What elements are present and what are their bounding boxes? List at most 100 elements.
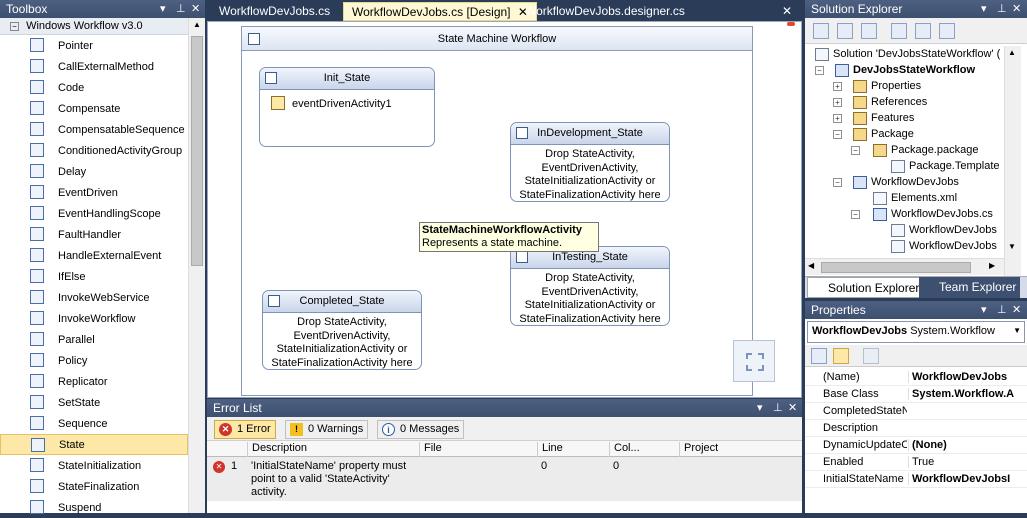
- tree-properties[interactable]: Properties: [853, 78, 921, 94]
- show-all-files-icon[interactable]: [837, 23, 853, 39]
- hscroll-thumb[interactable]: [821, 262, 971, 273]
- collapse-icon[interactable]: −: [851, 146, 860, 155]
- state-checkbox[interactable]: [265, 72, 277, 84]
- property-value[interactable]: (None): [908, 439, 1027, 451]
- column-project[interactable]: Project: [679, 442, 802, 457]
- dropdown-icon[interactable]: ▾: [160, 2, 166, 15]
- property-row[interactable]: InitialStateName WorkflowDevJobsI: [805, 471, 1027, 488]
- collapse-icon[interactable]: −: [815, 66, 824, 75]
- close-document-icon[interactable]: ✕: [782, 2, 792, 21]
- tab-workflowdevjobs-cs[interactable]: WorkflowDevJobs.cs: [211, 2, 338, 21]
- toolbox-item-delay[interactable]: Delay: [0, 161, 188, 182]
- state-init[interactable]: Init_State eventDrivenActivity1: [259, 67, 435, 147]
- toolbox-item-compensatablesequence[interactable]: CompensatableSequence: [0, 119, 188, 140]
- property-row[interactable]: Enabled True: [805, 454, 1027, 471]
- toolbox-item-ifelse[interactable]: IfElse: [0, 266, 188, 287]
- toolbox-scrollbar[interactable]: ▲: [188, 18, 205, 513]
- scroll-down-arrow-icon[interactable]: ▼: [1008, 242, 1016, 251]
- state-machine-workflow[interactable]: State Machine Workflow Init_State eventD…: [241, 26, 753, 396]
- tree-workflowdevjobs-child1[interactable]: WorkflowDevJobs: [891, 222, 997, 238]
- toolbox-item-code[interactable]: Code: [0, 77, 188, 98]
- state-checkbox[interactable]: [516, 127, 528, 139]
- tree-elements-xml[interactable]: Elements.xml: [873, 190, 957, 206]
- expand-icon[interactable]: +: [833, 98, 842, 107]
- column-line[interactable]: Line: [537, 442, 609, 457]
- view-designer-icon[interactable]: [915, 23, 931, 39]
- property-row[interactable]: (Name) WorkflowDevJobs: [805, 369, 1027, 386]
- toolbox-item-replicator[interactable]: Replicator: [0, 371, 188, 392]
- error-indicator-icon[interactable]: [787, 22, 795, 26]
- toolbox-item-compensate[interactable]: Compensate: [0, 98, 188, 119]
- tree-project[interactable]: DevJobsStateWorkflow: [835, 62, 975, 78]
- property-value[interactable]: True: [908, 456, 1027, 468]
- toolbox-item-stateinitialization[interactable]: StateInitialization: [0, 455, 188, 476]
- pin-icon[interactable]: ⊥: [997, 303, 1007, 316]
- toolbox-item-policy[interactable]: Policy: [0, 350, 188, 371]
- tree-workflowdevjobs-cs[interactable]: WorkflowDevJobs.cs: [873, 206, 993, 222]
- pin-icon[interactable]: ⊥: [176, 2, 186, 15]
- alphabetical-icon[interactable]: [833, 348, 849, 364]
- collapse-icon[interactable]: −: [851, 210, 860, 219]
- toolbox-group-header[interactable]: − Windows Workflow v3.0: [0, 18, 205, 35]
- collapse-icon[interactable]: −: [833, 178, 842, 187]
- event-driven-activity[interactable]: eventDrivenActivity1: [292, 98, 392, 110]
- property-value[interactable]: System.Workflow.A: [908, 388, 1027, 400]
- tab-workflowdevjobs-design[interactable]: WorkflowDevJobs.cs [Design] ✕: [343, 2, 537, 21]
- expand-icon[interactable]: +: [833, 82, 842, 91]
- chevron-down-icon[interactable]: ▼: [1013, 326, 1021, 335]
- errors-filter-button[interactable]: ✕ 1 Error: [214, 420, 276, 439]
- toolbox-item-invokewebservice[interactable]: InvokeWebService: [0, 287, 188, 308]
- column-col[interactable]: Col...: [609, 442, 679, 457]
- toolbox-item-faulthandler[interactable]: FaultHandler: [0, 224, 188, 245]
- dropdown-icon[interactable]: ▾: [981, 303, 987, 316]
- close-icon[interactable]: ✕: [1012, 303, 1021, 316]
- scroll-right-arrow-icon[interactable]: ▶: [989, 261, 995, 270]
- toolbox-item-eventdriven[interactable]: EventDriven: [0, 182, 188, 203]
- collapse-icon[interactable]: −: [833, 130, 842, 139]
- pan-navigator-icon[interactable]: [733, 340, 775, 382]
- column-description[interactable]: Description: [247, 442, 419, 457]
- solution-explorer-hscrollbar[interactable]: ◀ ▶: [805, 258, 1004, 275]
- property-row[interactable]: CompletedStateN: [805, 403, 1027, 420]
- pin-icon[interactable]: ⊥: [773, 401, 783, 414]
- column-file[interactable]: File: [419, 442, 537, 457]
- workflow-designer[interactable]: State Machine Workflow Init_State eventD…: [207, 21, 802, 398]
- expand-icon[interactable]: +: [833, 114, 842, 123]
- class-diagram-icon[interactable]: [939, 23, 955, 39]
- tab-team-explorer[interactable]: Team Explorer: [919, 277, 1021, 298]
- toolbox-scroll-thumb[interactable]: [191, 36, 203, 266]
- refresh-icon[interactable]: [861, 23, 877, 39]
- tree-workflowdevjobs-folder[interactable]: WorkflowDevJobs: [853, 174, 959, 190]
- tree-package[interactable]: Package: [853, 126, 914, 142]
- tab-solution-explorer[interactable]: Solution Explorer: [807, 277, 925, 298]
- toolbox-item-parallel[interactable]: Parallel: [0, 329, 188, 350]
- toolbox-item-statefinalization[interactable]: StateFinalization: [0, 476, 188, 497]
- toolbox-item-eventhandlingscope[interactable]: EventHandlingScope: [0, 203, 188, 224]
- state-completed[interactable]: Completed_State Drop StateActivity, Even…: [262, 290, 422, 370]
- scroll-up-arrow-icon[interactable]: ▲: [191, 20, 203, 32]
- dropdown-icon[interactable]: ▾: [981, 2, 987, 15]
- toolbox-item-suspend[interactable]: Suspend: [0, 497, 188, 518]
- tab-workflowdevjobs-designer-cs[interactable]: WorkflowDevJobs.designer.cs: [517, 2, 693, 21]
- toolbox-item-pointer[interactable]: Pointer: [0, 35, 188, 56]
- solution-explorer-vscrollbar[interactable]: ▲ ▼: [1004, 46, 1021, 276]
- tree-package-template[interactable]: Package.Template: [891, 158, 1000, 174]
- toolbox-item-state[interactable]: State: [0, 434, 188, 455]
- view-code-icon[interactable]: [891, 23, 907, 39]
- state-intesting[interactable]: InTesting_State Drop StateActivity, Even…: [510, 246, 670, 326]
- state-checkbox[interactable]: [516, 251, 528, 263]
- dropdown-icon[interactable]: ▾: [757, 401, 763, 414]
- close-icon[interactable]: ✕: [1012, 2, 1021, 15]
- messages-filter-button[interactable]: i0 Messages: [377, 420, 465, 439]
- toolbox-item-handleexternalevent[interactable]: HandleExternalEvent: [0, 245, 188, 266]
- tree-package-package[interactable]: Package.package: [873, 142, 978, 158]
- workflow-checkbox[interactable]: [248, 33, 260, 45]
- toolbox-item-sequence[interactable]: Sequence: [0, 413, 188, 434]
- state-checkbox[interactable]: [268, 295, 280, 307]
- toolbox-item-setstate[interactable]: SetState: [0, 392, 188, 413]
- scroll-up-arrow-icon[interactable]: ▲: [1008, 48, 1016, 57]
- scroll-left-arrow-icon[interactable]: ◀: [808, 261, 814, 270]
- error-row[interactable]: ✕ 1 'InitialStateName' property must poi…: [207, 457, 802, 501]
- toolbox-item-conditionedactivitygroup[interactable]: ConditionedActivityGroup: [0, 140, 188, 161]
- property-row[interactable]: Base Class System.Workflow.A: [805, 386, 1027, 403]
